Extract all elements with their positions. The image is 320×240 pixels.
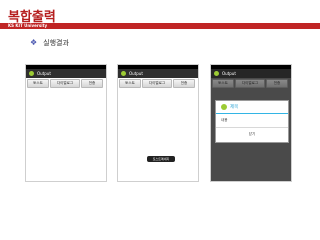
bullet-item: ❖ 실행결과 — [30, 38, 69, 48]
phone-screen-dialog: Output 토스트 다이얼로그 전종 제목 내용 닫기 — [210, 64, 292, 182]
dialog-title: 제목 — [230, 105, 239, 110]
finish-button[interactable]: 전종 — [266, 79, 288, 88]
dialog-message: 내용 — [221, 118, 228, 122]
button-row: 토스트 다이얼로그 전종 — [118, 79, 198, 89]
android-icon — [29, 71, 34, 76]
dialog-button[interactable]: 다이얼로그 — [50, 79, 80, 88]
app-title: Output — [222, 71, 236, 76]
brand-logo-text: KS KIT University — [8, 23, 48, 28]
dialog-close-button[interactable]: 닫기 — [216, 128, 288, 141]
dialog-button[interactable]: 다이얼로그 — [142, 79, 172, 88]
android-icon — [121, 71, 126, 76]
android-icon — [221, 104, 227, 110]
title-rule-bar — [0, 23, 320, 29]
dialog-title-divider — [216, 113, 288, 114]
toast-button[interactable]: 토스트 — [212, 79, 234, 88]
bullet-text: 실행결과 — [43, 39, 69, 47]
finish-button[interactable]: 전종 — [81, 79, 103, 88]
android-icon — [214, 71, 219, 76]
button-row: 토스트 다이얼로그 전종 — [211, 79, 291, 89]
button-row: 토스트 다이얼로그 전종 — [26, 79, 106, 89]
phone-screen-initial: Output 토스트 다이얼로그 전종 — [25, 64, 107, 182]
toast-button[interactable]: 토스트 — [119, 79, 141, 88]
app-title-bar: Output — [211, 69, 291, 78]
alert-dialog: 제목 내용 닫기 — [215, 100, 289, 143]
app-title-bar: Output — [26, 69, 106, 78]
app-title-bar: Output — [118, 69, 198, 78]
toast-message: 토스트메세지 — [147, 156, 175, 162]
diamond-bullet-icon: ❖ — [30, 38, 38, 47]
dialog-header: 제목 — [216, 101, 288, 113]
app-title: Output — [37, 71, 51, 76]
app-title: Output — [129, 71, 143, 76]
dialog-button[interactable]: 다이얼로그 — [235, 79, 265, 88]
phone-screen-toast: Output 토스트 다이얼로그 전종 토스트메세지 — [117, 64, 199, 182]
toast-button[interactable]: 토스트 — [27, 79, 49, 88]
finish-button[interactable]: 전종 — [173, 79, 195, 88]
